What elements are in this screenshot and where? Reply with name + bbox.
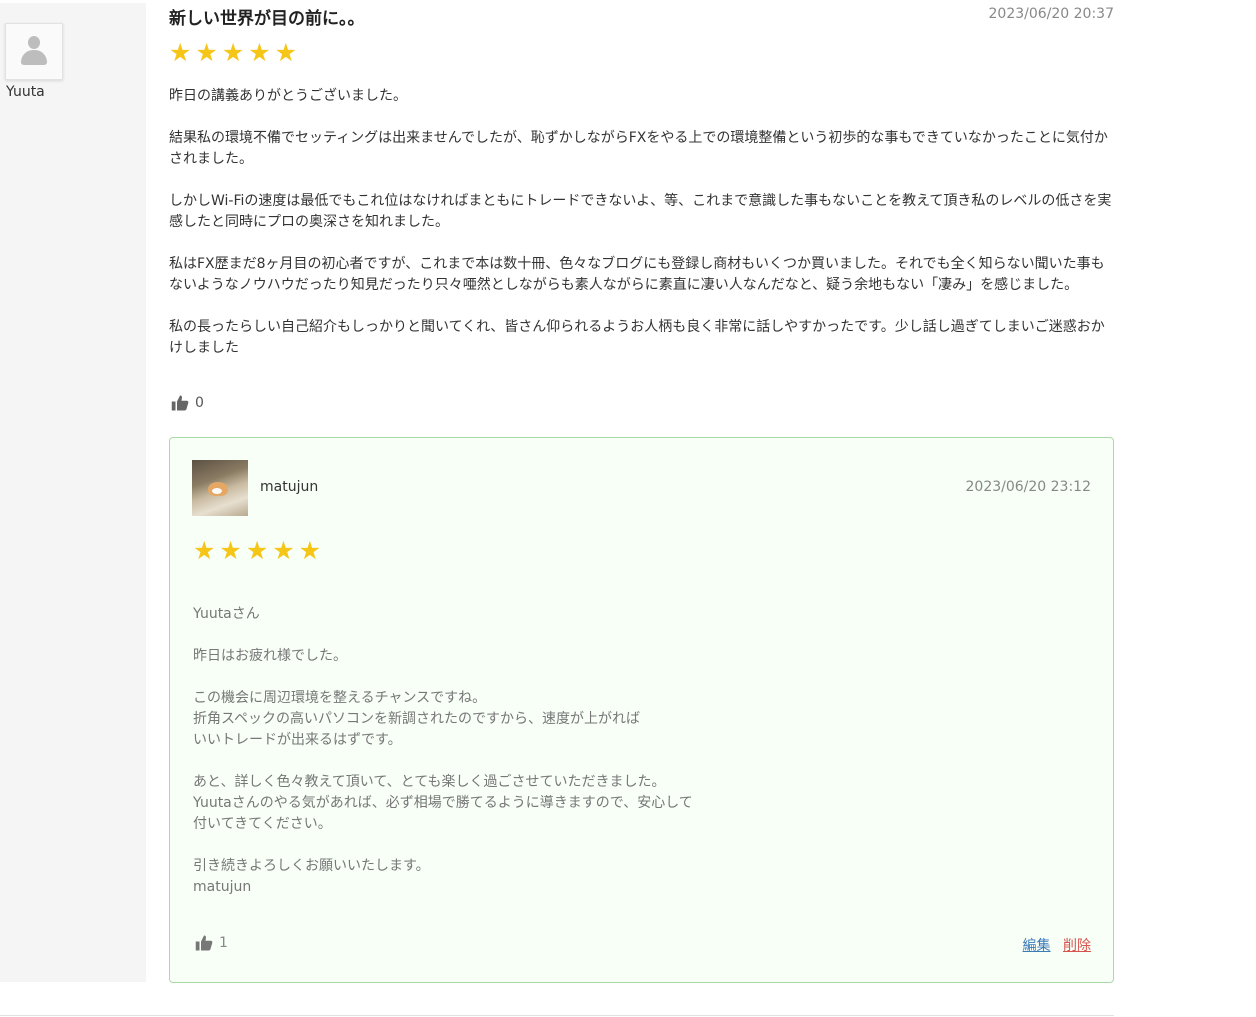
owner-reply: matujun 2023/06/20 23:12 ★★★★★ Yuutaさん昨日… [169, 437, 1114, 983]
replier-name[interactable]: matujun [260, 479, 318, 495]
reply-rating-stars: ★★★★★ [193, 536, 326, 565]
reply-paragraph: この機会に周辺環境を整えるチャンスですね。折角スペックの高いパソコンを新調された… [193, 688, 1073, 751]
review-body: 昨日の講義ありがとうございました。結果私の環境不備でセッティングは出来ませんでし… [169, 86, 1114, 380]
review-paragraph: 私の長ったらしい自己紹介もしっかりと聞いてくれ、皆さん仰られるようお人柄も良く非… [169, 319, 1105, 356]
reviewer-name[interactable]: Yuuta [6, 84, 45, 100]
review-paragraph: しかしWi-Fiの速度は最低でもこれ位はなければまともにトレードできないよ、等、… [169, 193, 1112, 230]
reply-line: Yuutaさんのやる気があれば、必ず相場で勝てるように導きますので、安心して [193, 795, 693, 811]
delete-link[interactable]: 削除 [1063, 938, 1091, 954]
reply-paragraph: 引き続きよろしくお願いいたします。 matujun [193, 856, 1073, 898]
reply-line: いいトレードが出来るはずです。 [193, 732, 402, 748]
thumbs-up-icon [195, 935, 213, 951]
reply-like-button[interactable]: 1 [195, 934, 228, 952]
reply-like-count: 1 [219, 935, 228, 951]
reply-paragraph: Yuutaさん [193, 604, 1073, 625]
replier-avatar[interactable] [192, 460, 248, 516]
reply-body: Yuutaさん昨日はお疲れ様でした。この機会に周辺環境を整えるチャンスですね。折… [193, 604, 1073, 919]
review-paragraph: 私はFX歴まだ8ヶ月目の初心者ですが、これまで本は数十冊、色々なブログにも登録し… [169, 256, 1105, 293]
reply-paragraph: 昨日はお疲れ様でした。 [193, 646, 1073, 667]
thumbs-up-icon [171, 395, 189, 411]
reply-line: この機会に周辺環境を整えるチャンスですね。 [193, 690, 487, 706]
reply-line: matujun [193, 879, 252, 895]
reply-line: 引き続きよろしくお願いいたします。 [193, 858, 430, 874]
edit-link[interactable]: 編集 [1023, 938, 1051, 954]
reply-line: Yuutaさん [193, 606, 260, 622]
reply-line: 折角スペックの高いパソコンを新調されたのですから、速度が上がれば [193, 711, 641, 727]
reply-paragraph: あと、詳しく色々教えて頂いて、とても楽しく過ごさせていただきました。 Yuutaさ… [193, 772, 1073, 835]
reply-line: 昨日はお疲れ様でした。 [193, 648, 347, 664]
review-date: 2023/06/20 20:37 [988, 6, 1115, 22]
reviewer-sidebar: Yuuta [0, 3, 146, 982]
reply-date: 2023/06/20 23:12 [965, 479, 1092, 495]
review-title: 新しい世界が目の前に。。 [169, 9, 365, 29]
review-like-button[interactable]: 0 [171, 394, 204, 412]
reply-actions: 編集 削除 [1023, 935, 1091, 955]
review-paragraph: 結果私の環境不備でセッティングは出来ませんでしたが、恥ずかしながらFXをやる上で… [169, 130, 1108, 167]
reviewer-avatar[interactable] [5, 23, 63, 80]
review-rating-stars: ★★★★★ [169, 38, 302, 67]
review-paragraph: 昨日の講義ありがとうございました。 [169, 88, 407, 104]
reply-line: 付いてきてください。 [193, 816, 332, 832]
reply-line: あと、詳しく色々教えて頂いて、とても楽しく過ごさせていただきました。 [193, 774, 666, 790]
review-like-count: 0 [195, 395, 204, 411]
divider [0, 1015, 1114, 1016]
